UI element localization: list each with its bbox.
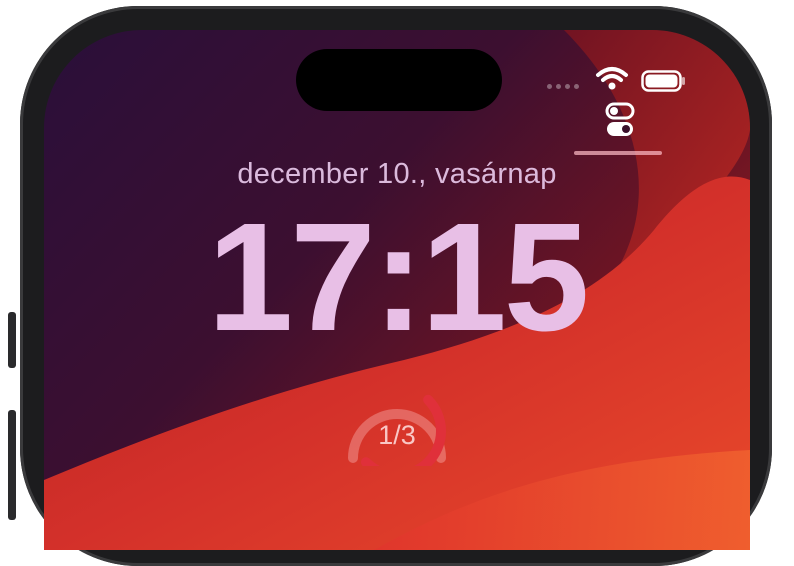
date-label: december 10., vasárnap: [237, 158, 557, 190]
status-bar: [44, 30, 750, 160]
lock-screen: december 10., vasárnap 17:15 1/3: [44, 30, 750, 550]
widget-label: 1/3: [378, 420, 416, 450]
wifi-icon: [596, 67, 628, 90]
clock-time: 17:15: [207, 191, 590, 363]
volume-up-button[interactable]: [8, 410, 16, 520]
action-button[interactable]: [8, 312, 16, 368]
controls-toggle-icon[interactable]: [605, 102, 635, 138]
progress-ring-widget[interactable]: 1/3: [339, 376, 455, 466]
battery-icon: [641, 70, 685, 92]
signal-icon: [547, 84, 579, 89]
controls-indicator: [574, 151, 662, 155]
